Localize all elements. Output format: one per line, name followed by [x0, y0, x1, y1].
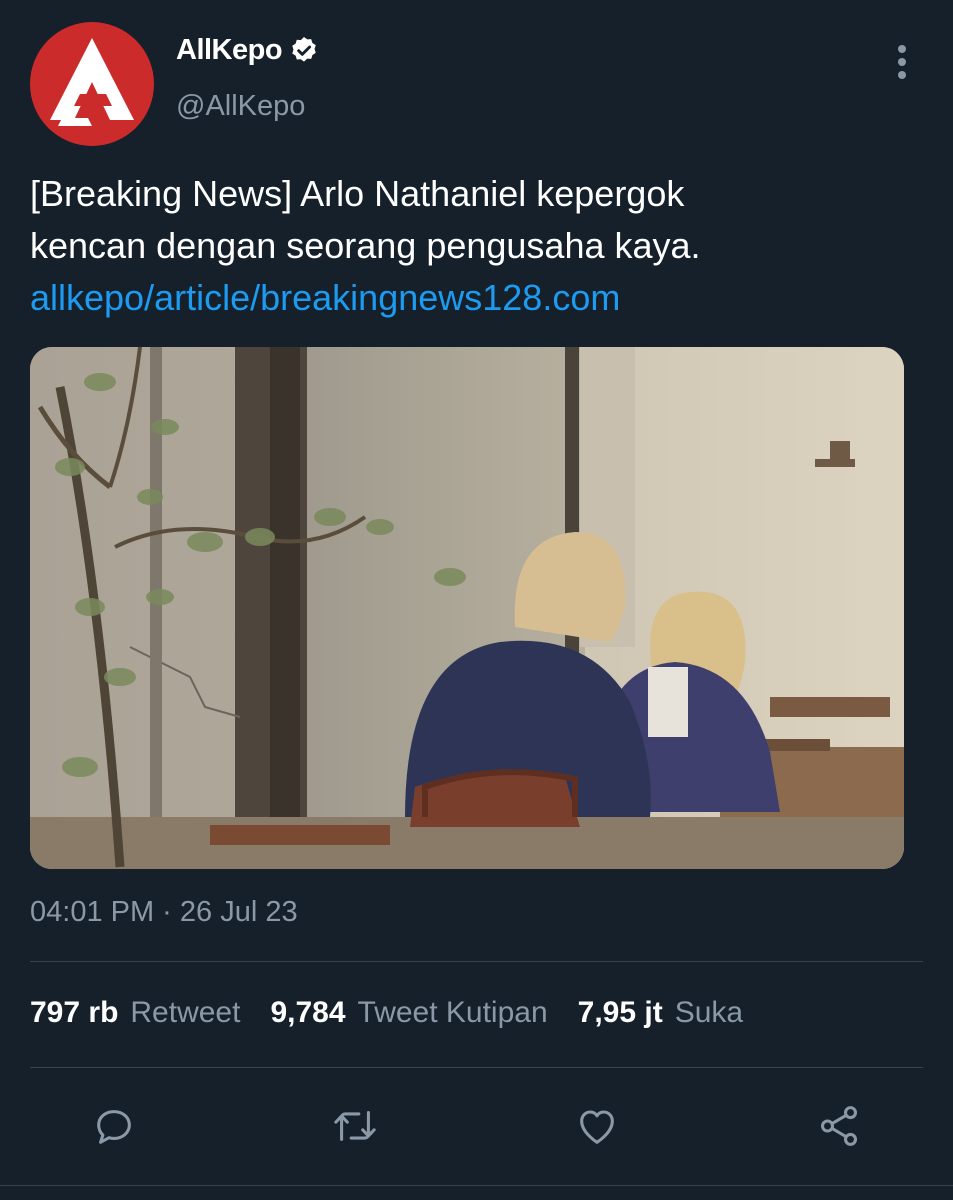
quotes-stat[interactable]: 9,784 Tweet Kutipan	[270, 996, 547, 1030]
retweets-count: 797 rb	[30, 996, 119, 1029]
like-icon	[580, 1110, 614, 1144]
tweet-actions	[0, 1100, 953, 1152]
retweets-label: Retweet	[130, 996, 241, 1029]
tweet-text-line: kencan dengan seorang pengusaha kaya.	[30, 225, 701, 266]
photo-cafe-scene	[30, 347, 904, 869]
retweet-icon	[334, 1111, 376, 1141]
tweet-link[interactable]: allkepo/article/breakingnews128.com	[30, 272, 910, 324]
likes-stat[interactable]: 7,95 jt Suka	[578, 996, 743, 1030]
likes-label: Suka	[674, 996, 744, 1029]
quotes-count: 9,784	[270, 996, 346, 1029]
retweets-stat[interactable]: 797 rb Retweet	[30, 996, 240, 1030]
like-button[interactable]	[572, 1100, 622, 1152]
share-icon	[820, 1106, 858, 1146]
allkepo-logo-icon	[50, 38, 134, 126]
account-handle[interactable]: @AllKepo	[176, 90, 305, 123]
avatar[interactable]	[30, 22, 154, 146]
tweet-photo[interactable]	[30, 347, 904, 869]
reply-icon	[97, 1110, 131, 1144]
tweet-text: [Breaking News] Arlo Nathaniel kepergok …	[30, 168, 910, 324]
more-options-icon[interactable]	[888, 40, 916, 84]
verified-badge-icon	[288, 35, 320, 67]
reply-button[interactable]	[89, 1100, 139, 1152]
tweet-timestamp[interactable]: 04:01 PM · 26 Jul 23	[30, 896, 298, 929]
share-button[interactable]	[814, 1100, 864, 1152]
tweet-text-line: [Breaking News] Arlo Nathaniel kepergok	[30, 173, 685, 214]
tweet-stats: 797 rb Retweet 9,784 Tweet Kutipan 7,95 jt…	[30, 996, 773, 1030]
likes-count: 7,95 jt	[577, 996, 663, 1029]
account-name[interactable]: AllKepo	[176, 34, 283, 67]
divider	[30, 1067, 923, 1068]
divider	[30, 961, 923, 962]
divider	[0, 1185, 953, 1186]
account-name-row: AllKepo	[176, 34, 320, 67]
quotes-label: Tweet Kutipan	[357, 996, 548, 1029]
retweet-button[interactable]	[330, 1100, 380, 1152]
